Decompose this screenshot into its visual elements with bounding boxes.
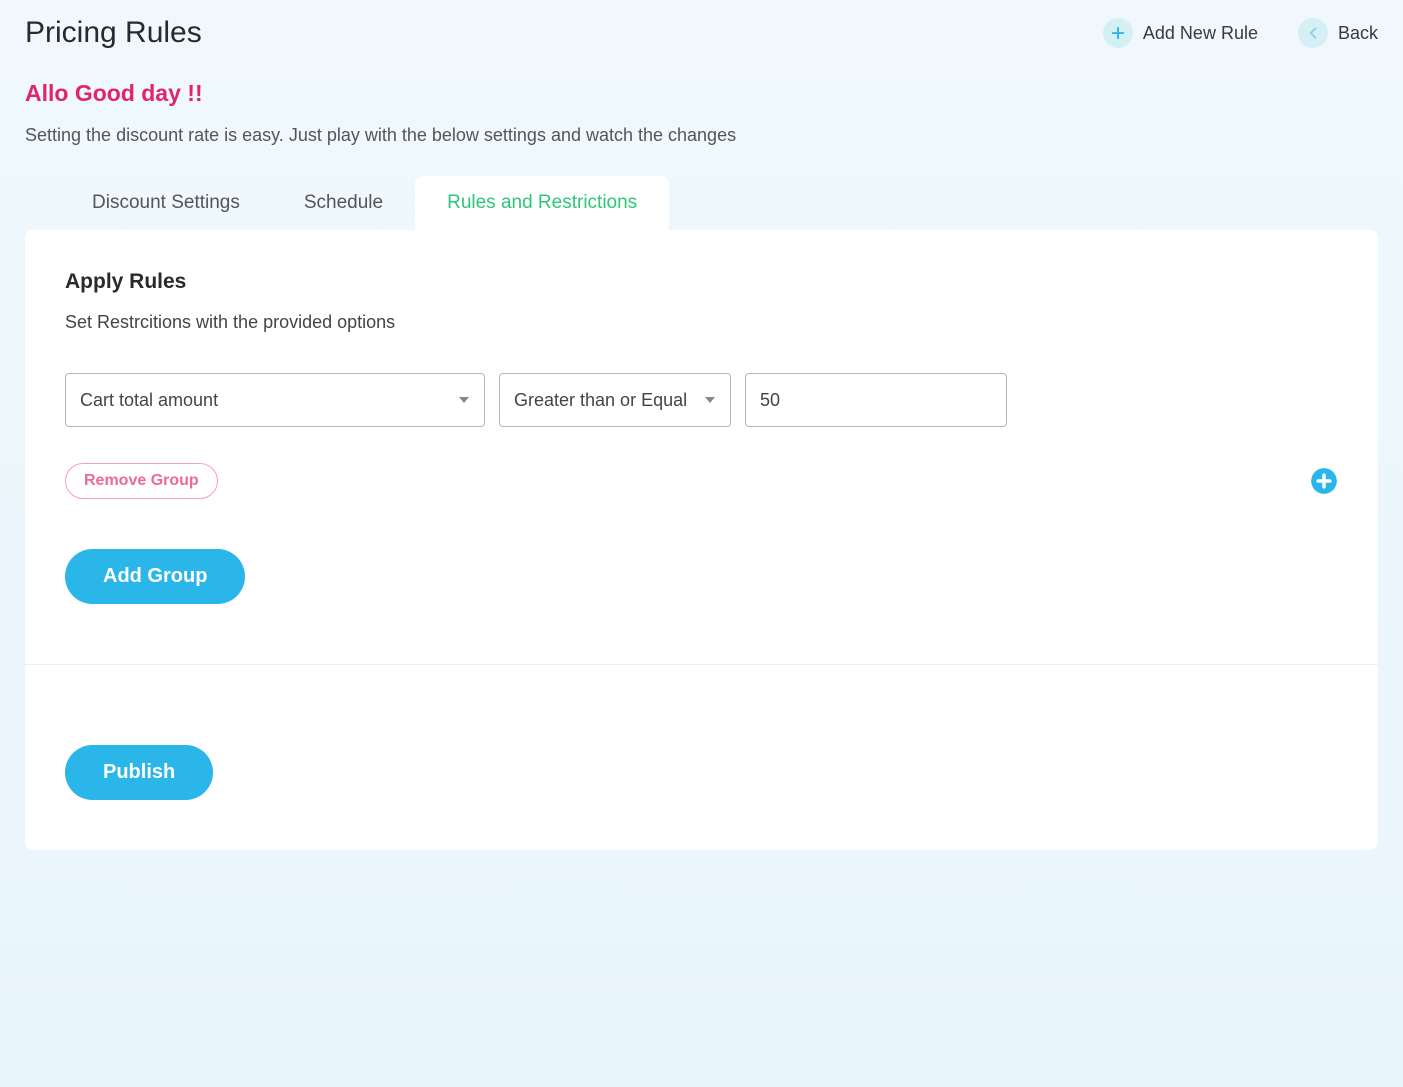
divider	[25, 664, 1378, 665]
add-rule-plus-icon[interactable]	[1310, 467, 1338, 495]
back-button[interactable]: Back	[1298, 18, 1378, 48]
publish-button[interactable]: Publish	[65, 745, 213, 800]
tabs: Discount Settings Schedule Rules and Res…	[0, 176, 1403, 230]
rule-row: Cart total amount Greater than or Equal	[65, 373, 1338, 427]
apply-rules-description: Set Restrcitions with the provided optio…	[65, 312, 1338, 333]
tab-schedule[interactable]: Schedule	[272, 176, 415, 230]
condition-field-select[interactable]: Cart total amount	[65, 373, 485, 427]
tab-discount-settings[interactable]: Discount Settings	[60, 176, 272, 230]
plus-circle-icon	[1103, 18, 1133, 48]
chevron-left-icon	[1298, 18, 1328, 48]
add-group-button[interactable]: Add Group	[65, 549, 245, 604]
content-card: Apply Rules Set Restrcitions with the pr…	[25, 230, 1378, 850]
greeting-description: Setting the discount rate is easy. Just …	[25, 125, 1378, 146]
back-label: Back	[1338, 23, 1378, 44]
value-input[interactable]	[745, 373, 1007, 427]
operator-select[interactable]: Greater than or Equal	[499, 373, 731, 427]
tab-rules-restrictions[interactable]: Rules and Restrictions	[415, 176, 669, 230]
remove-group-button[interactable]: Remove Group	[65, 463, 218, 499]
header-actions: Add New Rule Back	[1103, 18, 1378, 48]
page-title: Pricing Rules	[25, 16, 202, 50]
add-new-rule-label: Add New Rule	[1143, 23, 1258, 44]
apply-rules-title: Apply Rules	[65, 270, 1338, 294]
add-new-rule-button[interactable]: Add New Rule	[1103, 18, 1258, 48]
greeting-title: Allo Good day !!	[25, 80, 1378, 107]
